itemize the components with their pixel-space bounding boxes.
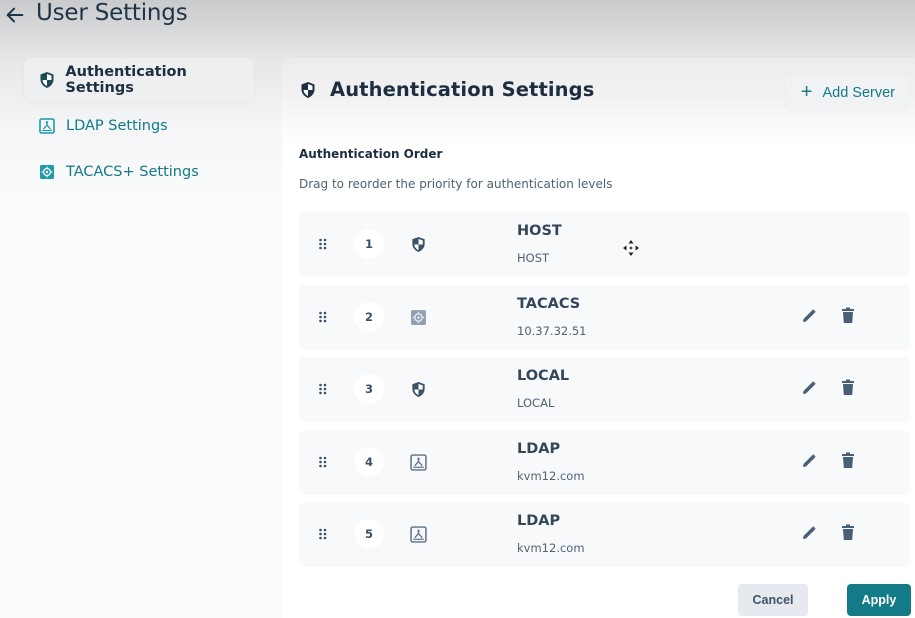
drag-handle-icon[interactable] bbox=[318, 383, 328, 395]
method-type: LDAP bbox=[517, 440, 561, 457]
trash-icon[interactable] bbox=[841, 524, 855, 541]
method-detail: 10.37.32.51 bbox=[517, 323, 587, 338]
section-label: Authentication Order bbox=[299, 147, 443, 161]
arrow-left-icon[interactable] bbox=[4, 4, 26, 26]
method-detail: HOST bbox=[517, 251, 550, 265]
pencil-icon[interactable] bbox=[801, 308, 817, 324]
ldap-icon bbox=[38, 117, 56, 135]
authentication-settings-panel: Authentication Settings + Add Server Aut… bbox=[282, 58, 915, 618]
order-number: 1 bbox=[354, 229, 384, 259]
section-description: Drag to reorder the priority for authent… bbox=[299, 177, 613, 191]
order-number: 2 bbox=[354, 301, 384, 332]
apply-button[interactable]: Apply bbox=[847, 584, 911, 616]
order-number: 3 bbox=[354, 374, 384, 404]
top-bar: User Settings bbox=[0, 0, 300, 34]
method-type: LDAP bbox=[517, 513, 561, 529]
order-number: 5 bbox=[354, 519, 384, 549]
method-type: LOCAL bbox=[517, 368, 570, 384]
ldap-icon bbox=[410, 526, 427, 543]
pencil-icon[interactable] bbox=[801, 380, 817, 396]
drag-handle-icon[interactable] bbox=[318, 528, 328, 540]
trash-icon[interactable] bbox=[841, 379, 855, 396]
sidebar-item-ldap[interactable]: LDAP Settings bbox=[24, 104, 254, 148]
list-item[interactable]: 5 LDAP kvm12.com bbox=[299, 502, 910, 567]
list-item[interactable]: 3 LOCAL LOCAL bbox=[299, 357, 910, 422]
panel-header: Authentication Settings bbox=[300, 78, 594, 101]
method-type: HOST bbox=[517, 223, 562, 239]
plus-icon: + bbox=[800, 81, 813, 103]
method-detail: LOCAL bbox=[517, 396, 555, 410]
sidebar-item-tacacs[interactable]: TACACS+ Settings bbox=[24, 150, 254, 194]
drag-handle-icon[interactable] bbox=[318, 311, 328, 323]
shield-icon bbox=[412, 381, 425, 398]
list-item[interactable]: 4 LDAP kvm12.com bbox=[299, 429, 910, 495]
move-cursor-icon bbox=[623, 240, 639, 256]
list-item[interactable]: 2 TACACS 10.37.32.51 bbox=[299, 284, 910, 350]
add-server-label: Add Server bbox=[822, 85, 895, 101]
method-detail: kvm12.com bbox=[517, 541, 585, 555]
add-server-button[interactable]: + Add Server bbox=[784, 76, 909, 110]
trash-icon[interactable] bbox=[841, 307, 855, 324]
sidebar-item-label: TACACS+ Settings bbox=[66, 164, 199, 180]
ldap-icon bbox=[410, 453, 427, 471]
trash-icon[interactable] bbox=[841, 452, 855, 469]
drag-handle-icon[interactable] bbox=[318, 456, 328, 468]
authentication-order-list: 1 HOST HOST 2 TACACS 10.37.32.51 3 LOCAL… bbox=[299, 212, 910, 575]
sidebar-item-label: Authentication Settings bbox=[65, 64, 187, 96]
shield-icon bbox=[412, 236, 425, 253]
tacacs-icon bbox=[38, 163, 56, 181]
sidebar-item-label: LDAP Settings bbox=[66, 118, 168, 134]
shield-icon bbox=[300, 81, 318, 99]
tacacs-icon bbox=[411, 309, 426, 325]
pencil-icon[interactable] bbox=[801, 525, 817, 541]
order-number: 4 bbox=[354, 446, 384, 477]
list-item[interactable]: 1 HOST HOST bbox=[299, 212, 910, 277]
drag-handle-icon[interactable] bbox=[318, 238, 328, 250]
page-title: User Settings bbox=[36, 0, 188, 26]
panel-title: Authentication Settings bbox=[330, 78, 595, 101]
sidebar: Authentication Settings LDAP Settings TA… bbox=[24, 58, 254, 196]
sidebar-item-authentication[interactable]: Authentication Settings bbox=[24, 58, 254, 102]
pencil-icon[interactable] bbox=[801, 453, 817, 469]
cancel-button[interactable]: Cancel bbox=[738, 584, 808, 616]
method-detail: kvm12.com bbox=[517, 468, 585, 483]
shield-icon bbox=[38, 71, 55, 89]
method-type: TACACS bbox=[517, 295, 581, 312]
